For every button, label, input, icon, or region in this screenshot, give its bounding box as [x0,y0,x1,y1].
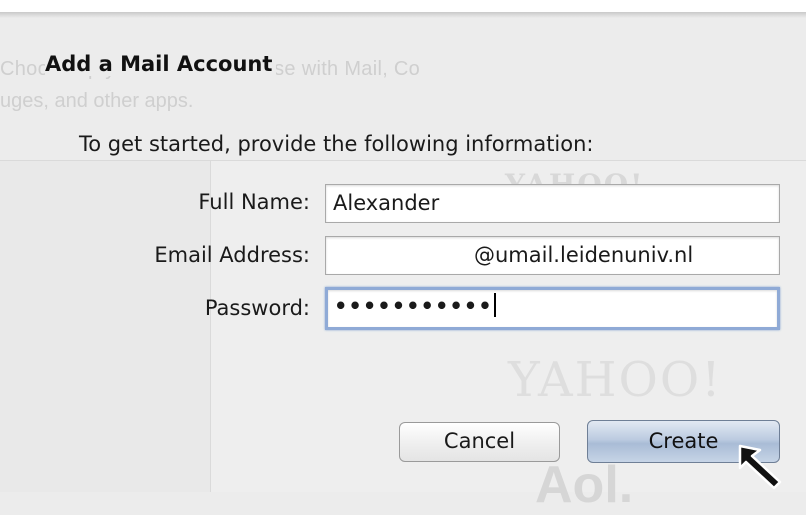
background-yahoo-logo: YAHOO! [508,352,723,408]
password-field[interactable]: ••••••••••• [325,287,780,330]
full-name-field[interactable]: Alexander [325,184,780,223]
intro-text: To get started, provide the following in… [79,132,594,156]
background-description-line-2: uges, and other apps. [0,90,194,112]
password-label: Password: [204,296,310,320]
background-aol-logo: Aol. [535,456,634,514]
top-strip [0,0,806,12]
top-shadow [0,12,806,18]
mouse-pointer-icon [738,444,782,490]
email-address-label: Email Address: [154,243,310,267]
password-value: ••••••••••• [334,294,493,318]
cancel-button[interactable]: Cancel [399,422,560,462]
email-address-field[interactable]: @umail.leidenuniv.nl [325,236,780,275]
text-caret [493,293,496,317]
full-name-value: Alexander [333,191,440,215]
email-address-value: @umail.leidenuniv.nl [474,243,694,267]
sheet-title: Add a Mail Account [45,52,277,76]
full-name-label: Full Name: [198,190,310,214]
